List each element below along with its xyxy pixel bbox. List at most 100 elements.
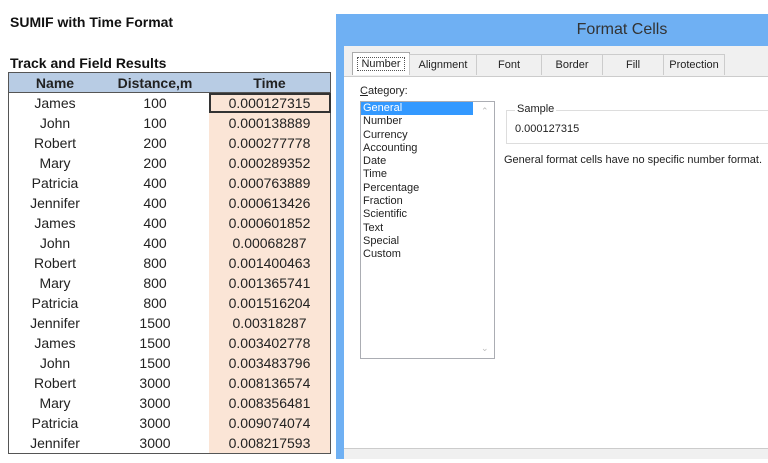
time-cell[interactable]: 0.008356481 <box>209 393 331 413</box>
distance-cell[interactable]: 100 <box>101 113 209 133</box>
time-cell[interactable]: 0.000601852 <box>209 213 331 233</box>
category-item-percentage[interactable]: Percentage <box>361 182 473 195</box>
time-cell[interactable]: 0.001400463 <box>209 253 331 273</box>
column-header[interactable]: Name <box>8 72 101 93</box>
time-cell[interactable]: 0.000277778 <box>209 133 331 153</box>
distance-cell[interactable]: 3000 <box>101 433 209 454</box>
name-cell[interactable]: John <box>9 353 102 373</box>
distance-cell[interactable]: 3000 <box>101 413 209 433</box>
name-cell[interactable]: John <box>9 113 102 133</box>
distance-cell[interactable]: 3000 <box>101 373 209 393</box>
time-cell[interactable]: 0.000138889 <box>209 113 331 133</box>
distance-cell[interactable]: 400 <box>101 213 209 233</box>
distance-cell[interactable]: 800 <box>101 273 209 293</box>
table-row: John 1500 0.003483796 <box>9 353 331 373</box>
name-cell[interactable]: Patricia <box>9 413 102 433</box>
table-row: Robert 200 0.000277778 <box>9 133 331 153</box>
distance-cell[interactable]: 200 <box>101 133 209 153</box>
distance-cell[interactable]: 200 <box>101 153 209 173</box>
time-cell[interactable]: 0.008217593 <box>209 433 331 454</box>
time-cell[interactable]: 0.000127315 <box>209 92 331 113</box>
time-cell[interactable]: 0.001516204 <box>209 293 331 313</box>
table-row: Mary 200 0.000289352 <box>9 153 331 173</box>
category-item-text[interactable]: Text <box>361 222 473 235</box>
time-cell[interactable]: 0.001365741 <box>209 273 331 293</box>
table-title: Track and Field Results <box>10 55 167 71</box>
category-item-date[interactable]: Date <box>361 155 473 168</box>
name-cell[interactable]: Jennifer <box>9 313 102 333</box>
name-cell[interactable]: Jennifer <box>9 193 102 213</box>
sheet-title: SUMIF with Time Format <box>10 14 174 30</box>
distance-cell[interactable]: 3000 <box>101 393 209 413</box>
distance-cell[interactable]: 400 <box>101 173 209 193</box>
results-table: Name Distance,m Time James 100 0.000127315 Jo… <box>8 72 331 454</box>
distance-cell[interactable]: 400 <box>101 233 209 253</box>
category-item-number[interactable]: Number <box>361 115 473 128</box>
category-item-fraction[interactable]: Fraction <box>361 195 473 208</box>
column-header[interactable]: Time <box>209 72 331 93</box>
category-item-currency[interactable]: Currency <box>361 129 473 142</box>
table-row: Jennifer 1500 0.00318287 <box>9 313 331 333</box>
tab-number[interactable]: Number <box>352 52 410 75</box>
category-listbox[interactable]: General Number Currency Accounting Date Time P… <box>360 101 495 359</box>
time-cell[interactable]: 0.003402778 <box>209 333 331 353</box>
tab-protection[interactable]: Protection <box>663 54 725 75</box>
time-cell[interactable]: 0.00068287 <box>209 233 331 253</box>
distance-cell[interactable]: 100 <box>101 93 209 114</box>
name-cell[interactable]: John <box>9 233 102 253</box>
tab-label: Alignment <box>418 59 468 71</box>
dialog-title: Format Cells <box>576 21 668 38</box>
time-cell[interactable]: 0.000613426 <box>209 193 331 213</box>
tab-border[interactable]: Border <box>541 54 603 75</box>
distance-cell[interactable]: 1500 <box>101 333 209 353</box>
dialog-body: Number Alignment Font Border Fill Protection … <box>344 46 768 459</box>
scroll-down-icon[interactable]: ⌄ <box>481 343 489 354</box>
name-cell[interactable]: Patricia <box>9 173 102 193</box>
time-cell[interactable]: 0.003483796 <box>209 353 331 373</box>
category-item-scientific[interactable]: Scientific <box>361 208 473 221</box>
distance-cell[interactable]: 400 <box>101 193 209 213</box>
scroll-up-icon[interactable]: ⌃ <box>481 106 489 117</box>
format-cells-dialog: Format Cells Number Alignment Font Border Fi… <box>336 14 768 459</box>
tab-label: Number <box>357 57 405 71</box>
distance-cell[interactable]: 1500 <box>101 353 209 373</box>
name-cell[interactable]: Mary <box>9 273 102 293</box>
time-cell[interactable]: 0.008136574 <box>209 373 331 393</box>
category-item-custom[interactable]: Custom <box>361 248 473 261</box>
name-cell[interactable]: Robert <box>9 373 102 393</box>
sample-group: Sample 0.000127315 <box>506 103 768 144</box>
name-cell[interactable]: James <box>9 93 102 114</box>
category-item-time[interactable]: Time <box>361 168 473 181</box>
time-cell[interactable]: 0.000763889 <box>209 173 331 193</box>
category-item-general[interactable]: General <box>361 102 473 116</box>
tab-font[interactable]: Font <box>476 54 542 75</box>
tab-bar: Number Alignment Font Border Fill Protection <box>352 52 725 76</box>
column-header[interactable]: Distance,m <box>101 72 209 93</box>
time-cell[interactable]: 0.00318287 <box>209 313 331 333</box>
table-row: Mary 800 0.001365741 <box>9 273 331 293</box>
category-scrollbar[interactable]: ⌃ ⌄ <box>477 102 494 358</box>
tab-fill[interactable]: Fill <box>602 54 664 75</box>
time-cell[interactable]: 0.009074074 <box>209 413 331 433</box>
name-cell[interactable]: Robert <box>9 133 102 153</box>
time-cell[interactable]: 0.000289352 <box>209 153 331 173</box>
name-cell[interactable]: James <box>9 333 102 353</box>
category-label-text: ategory: <box>367 85 408 97</box>
category-item-special[interactable]: Special <box>361 235 473 248</box>
name-cell[interactable]: Patricia <box>9 293 102 313</box>
name-cell[interactable]: Jennifer <box>9 433 102 454</box>
category-label: Category: <box>360 85 408 97</box>
name-cell[interactable]: Mary <box>9 153 102 173</box>
distance-cell[interactable]: 1500 <box>101 313 209 333</box>
name-cell[interactable]: Robert <box>9 253 102 273</box>
table-row: Patricia 3000 0.009074074 <box>9 413 331 433</box>
category-item-accounting[interactable]: Accounting <box>361 142 473 155</box>
number-tab-panel: Category: General Number Currency Accountin… <box>344 76 768 449</box>
name-cell[interactable]: James <box>9 213 102 233</box>
distance-cell[interactable]: 800 <box>101 253 209 273</box>
name-cell[interactable]: Mary <box>9 393 102 413</box>
table-row: James 100 0.000127315 <box>9 92 331 114</box>
tab-alignment[interactable]: Alignment <box>409 54 477 75</box>
table-row: Robert 800 0.001400463 <box>9 253 331 273</box>
distance-cell[interactable]: 800 <box>101 293 209 313</box>
